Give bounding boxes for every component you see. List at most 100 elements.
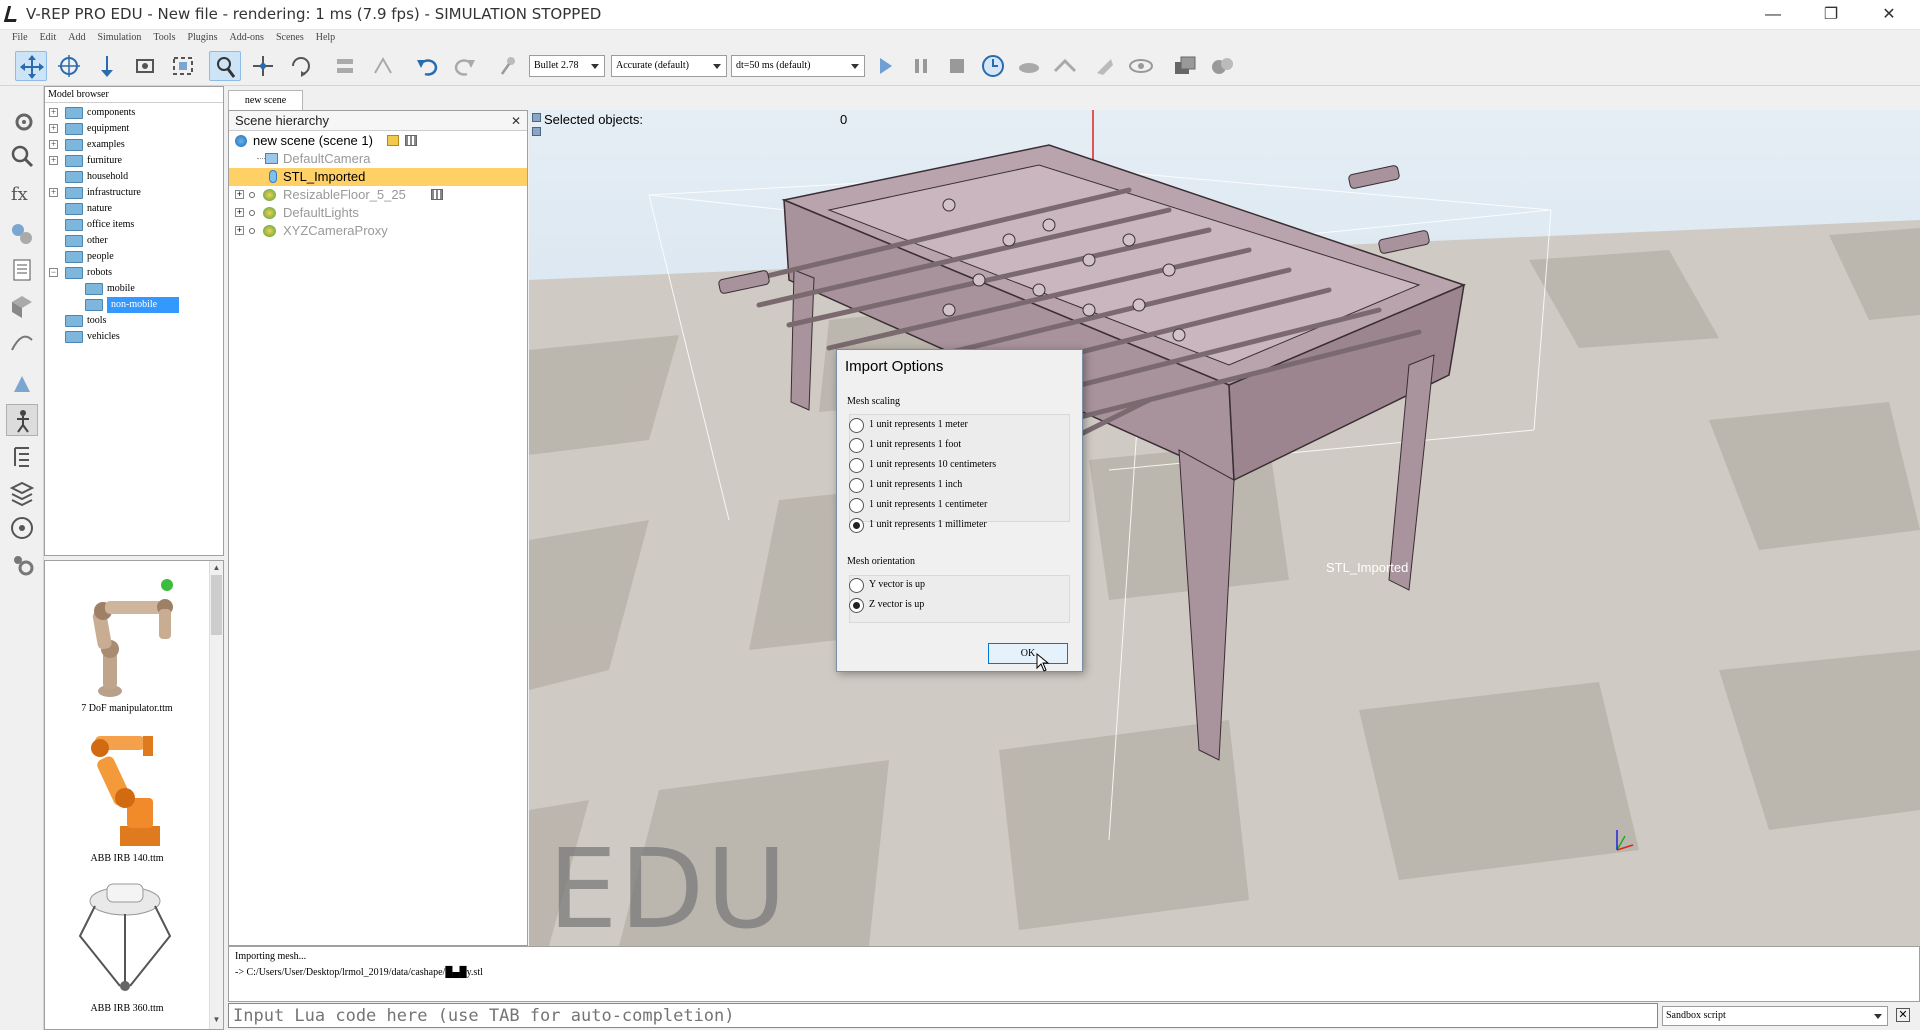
menu-plugins[interactable]: Plugins	[181, 30, 223, 46]
simulation-settings-button[interactable]	[6, 104, 38, 136]
speed-up-button[interactable]	[1049, 51, 1081, 81]
object-rotate-button[interactable]	[285, 51, 317, 81]
model-folder-tools[interactable]: tools	[45, 313, 223, 329]
hierarchy-close-icon[interactable]: ✕	[511, 114, 521, 128]
click-select-button[interactable]	[209, 51, 241, 81]
menu-scenes[interactable]: Scenes	[270, 30, 310, 46]
scroll-down-arrow-icon[interactable]: ▼	[212, 1015, 221, 1025]
hierarchy-item-stl-imported[interactable]: STL_Imported	[229, 168, 527, 186]
model-folder-examples[interactable]: + examples	[45, 137, 223, 153]
expand-icon[interactable]: +	[49, 108, 58, 117]
accuracy-select[interactable]: Accurate (default)	[611, 55, 727, 77]
assemble-button[interactable]	[329, 51, 361, 81]
expand-icon[interactable]: +	[235, 226, 244, 235]
model-folder-equipment[interactable]: + equipment	[45, 121, 223, 137]
model-folder-infrastructure[interactable]: + infrastructure	[45, 185, 223, 201]
radio-scale-millimeter[interactable]: 1 unit represents 1 millimeter	[849, 516, 987, 534]
path-edit-button[interactable]	[6, 326, 38, 358]
maximize-button[interactable]: ❐	[1802, 0, 1860, 30]
radio-scale-centimeter[interactable]: 1 unit represents 1 centimeter	[849, 496, 987, 514]
scripts-button[interactable]	[6, 254, 38, 286]
multishape-button[interactable]	[6, 368, 38, 400]
model-folder-office-items[interactable]: office items	[45, 217, 223, 233]
menu-simulation[interactable]: Simulation	[91, 30, 147, 46]
ok-button[interactable]: OK	[988, 643, 1068, 664]
scroll-up-arrow-icon[interactable]: ▲	[212, 563, 221, 573]
expand-icon[interactable]: +	[49, 140, 58, 149]
radio-z-up[interactable]: Z vector is up	[849, 596, 924, 614]
model-folder-mobile[interactable]: mobile	[45, 281, 223, 297]
video-recorder-button[interactable]	[6, 512, 38, 544]
menu-add[interactable]: Add	[62, 30, 91, 46]
selection-button[interactable]	[6, 140, 38, 172]
camera-angle-button[interactable]	[129, 51, 161, 81]
expand-icon[interactable]: +	[235, 190, 244, 199]
undo-button[interactable]	[411, 51, 443, 81]
start-simulation-button[interactable]	[869, 51, 901, 81]
page-selector-button[interactable]	[1169, 51, 1201, 81]
user-settings-button[interactable]	[6, 548, 38, 580]
menu-help[interactable]: Help	[310, 30, 341, 46]
model-folder-non-mobile[interactable]: non-mobile	[45, 297, 223, 313]
camera-pan-button[interactable]	[15, 51, 47, 81]
thumbnails-scrollbar[interactable]: ▲ ▼	[209, 561, 223, 1029]
radio-scale-10cm[interactable]: 1 unit represents 10 centimeters	[849, 456, 996, 474]
visualization-toggle-button[interactable]	[1125, 51, 1157, 81]
model-folder-people[interactable]: people	[45, 249, 223, 265]
expand-icon[interactable]: +	[49, 188, 58, 197]
real-time-button[interactable]	[977, 51, 1009, 81]
model-thumb-7dof[interactable]	[65, 571, 185, 701]
scene-viewport[interactable]	[529, 110, 1920, 946]
shape-edit-button[interactable]	[6, 290, 38, 322]
model-folder-robots[interactable]: − robots	[45, 265, 223, 281]
close-button[interactable]: ✕	[1860, 0, 1918, 30]
expand-icon[interactable]: +	[49, 156, 58, 165]
slow-down-button[interactable]	[1013, 51, 1045, 81]
dynamics-toggle-button[interactable]	[493, 51, 525, 81]
console-close-icon[interactable]: ✕	[1896, 1008, 1910, 1022]
expand-icon[interactable]: +	[235, 208, 244, 217]
scrollbar-thumb[interactable]	[211, 575, 222, 635]
radio-scale-inch[interactable]: 1 unit represents 1 inch	[849, 476, 962, 494]
thread-rendering-button[interactable]	[1089, 51, 1121, 81]
lua-command-input[interactable]	[228, 1003, 1658, 1028]
model-thumb-abb-irb360[interactable]	[65, 876, 185, 1001]
fit-to-view-button[interactable]	[167, 51, 199, 81]
scene-hierarchy-toggle-button[interactable]	[6, 440, 38, 472]
radio-scale-foot[interactable]: 1 unit represents 1 foot	[849, 436, 961, 454]
script-icon[interactable]	[431, 189, 443, 200]
pause-simulation-button[interactable]	[905, 51, 937, 81]
camera-rotate-button[interactable]	[53, 51, 85, 81]
model-folder-household[interactable]: household	[45, 169, 223, 185]
layers-button[interactable]	[6, 476, 38, 508]
tab-new-scene[interactable]: new scene	[228, 90, 303, 110]
menu-tools[interactable]: Tools	[147, 30, 181, 46]
model-folder-furniture[interactable]: + furniture	[45, 153, 223, 169]
transfer-dna-button[interactable]	[367, 51, 399, 81]
stop-simulation-button[interactable]	[941, 51, 973, 81]
object-shift-button[interactable]	[247, 51, 279, 81]
folder-label: robots	[87, 267, 112, 278]
collections-button[interactable]	[6, 218, 38, 250]
menu-edit[interactable]: Edit	[34, 30, 63, 46]
script-selector[interactable]: Sandbox script	[1662, 1006, 1888, 1026]
radio-y-up[interactable]: Y vector is up	[849, 576, 925, 594]
model-folder-nature[interactable]: nature	[45, 201, 223, 217]
scene-selector-button[interactable]	[1207, 51, 1239, 81]
model-folder-vehicles[interactable]: vehicles	[45, 329, 223, 345]
physics-engine-select[interactable]: Bullet 2.78	[529, 55, 605, 77]
model-thumb-abb-irb140[interactable]	[65, 726, 185, 851]
radio-scale-meter[interactable]: 1 unit represents 1 meter	[849, 416, 968, 434]
redo-button[interactable]	[449, 51, 481, 81]
minimize-button[interactable]: —	[1744, 0, 1802, 30]
calculation-module-button[interactable]: fx	[6, 176, 38, 208]
expand-icon[interactable]: −	[49, 268, 58, 277]
camera-shift-button[interactable]	[91, 51, 123, 81]
menu-file[interactable]: File	[6, 30, 34, 46]
model-folder-other[interactable]: other	[45, 233, 223, 249]
model-folder-components[interactable]: + components	[45, 105, 223, 121]
model-browser-toggle-button[interactable]	[6, 404, 38, 436]
expand-icon[interactable]: +	[49, 124, 58, 133]
timestep-select[interactable]: dt=50 ms (default)	[731, 55, 865, 77]
menu-addons[interactable]: Add-ons	[223, 30, 269, 46]
